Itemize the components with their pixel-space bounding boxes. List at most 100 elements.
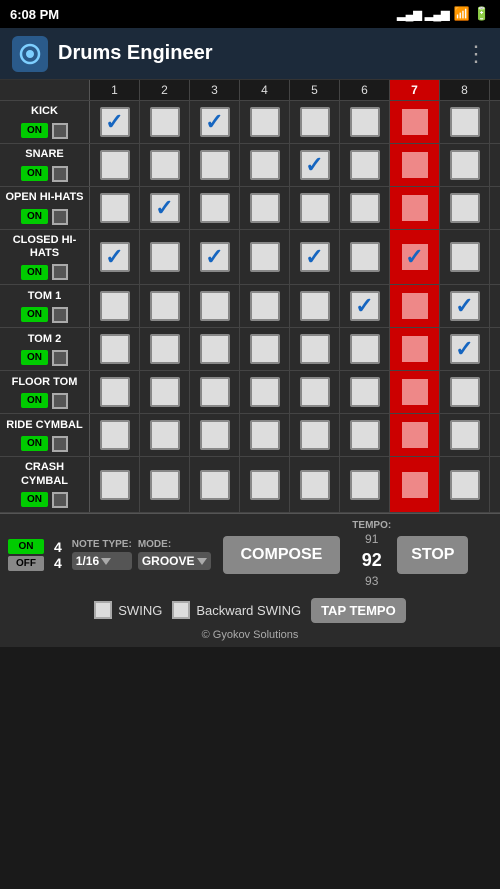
beat-checkbox-0-5[interactable] [350,107,380,137]
beat-checkbox-6-1[interactable] [150,377,180,407]
beat-checkbox-1-5[interactable] [350,150,380,180]
beat-checkbox-5-6[interactable] [400,334,430,364]
beat-checkbox-4-1[interactable] [150,291,180,321]
beat-checkbox-2-5[interactable] [350,193,380,223]
beat-checkbox-4-2[interactable] [200,291,230,321]
drum-small-checkbox-8[interactable] [52,492,68,508]
beat-checkbox-2-1[interactable] [150,193,180,223]
beat-checkbox-7-7[interactable] [450,420,480,450]
beat-checkbox-1-2[interactable] [200,150,230,180]
beat-checkbox-8-1[interactable] [150,470,180,500]
beat-checkbox-4-6[interactable] [400,291,430,321]
beat-checkbox-7-0[interactable] [100,420,130,450]
beat-checkbox-2-4[interactable] [300,193,330,223]
beat-checkbox-7-4[interactable] [300,420,330,450]
beat-checkbox-1-4[interactable] [300,150,330,180]
beat-checkbox-5-0[interactable] [100,334,130,364]
drum-small-checkbox-2[interactable] [52,209,68,225]
beat-checkbox-8-3[interactable] [250,470,280,500]
beat-checkbox-2-2[interactable] [200,193,230,223]
beat-checkbox-2-6[interactable] [400,193,430,223]
beat-checkbox-5-1[interactable] [150,334,180,364]
beat-checkbox-1-6[interactable] [400,150,430,180]
note-type-selector[interactable]: 1/16 [72,552,132,570]
beat-checkbox-6-0[interactable] [100,377,130,407]
beat-checkbox-3-7[interactable] [450,242,480,272]
beat-checkbox-3-5[interactable] [350,242,380,272]
drum-on-btn-0[interactable]: ON [21,123,48,138]
beat-checkbox-5-4[interactable] [300,334,330,364]
backward-swing-checkbox[interactable] [172,601,190,619]
beat-checkbox-8-5[interactable] [350,470,380,500]
beat-checkbox-3-1[interactable] [150,242,180,272]
drum-on-btn-3[interactable]: ON [21,265,48,280]
beat-checkbox-2-0[interactable] [100,193,130,223]
beat-checkbox-3-0[interactable] [100,242,130,272]
beat-checkbox-4-4[interactable] [300,291,330,321]
drum-small-checkbox-3[interactable] [52,264,68,280]
beat-checkbox-6-2[interactable] [200,377,230,407]
beat-checkbox-6-7[interactable] [450,377,480,407]
beat-checkbox-0-2[interactable] [200,107,230,137]
beat-checkbox-1-3[interactable] [250,150,280,180]
stop-button[interactable]: STOP [397,536,468,574]
mode-selector[interactable]: GROOVE [138,552,211,570]
drum-small-checkbox-7[interactable] [52,436,68,452]
beat-checkbox-4-0[interactable] [100,291,130,321]
beat-checkbox-7-2[interactable] [200,420,230,450]
beat-checkbox-4-3[interactable] [250,291,280,321]
drum-small-checkbox-6[interactable] [52,393,68,409]
note-type-dropdown-icon[interactable] [101,558,111,565]
mode-dropdown-icon[interactable] [197,558,207,565]
beat-checkbox-7-6[interactable] [400,420,430,450]
beat-checkbox-8-4[interactable] [300,470,330,500]
beat-checkbox-2-3[interactable] [250,193,280,223]
beat-checkbox-1-0[interactable] [100,150,130,180]
drum-on-btn-6[interactable]: ON [21,393,48,408]
beat-checkbox-1-7[interactable] [450,150,480,180]
drum-on-btn-7[interactable]: ON [21,436,48,451]
beat-checkbox-6-5[interactable] [350,377,380,407]
beat-checkbox-8-2[interactable] [200,470,230,500]
beat-checkbox-8-0[interactable] [100,470,130,500]
drum-small-checkbox-5[interactable] [52,350,68,366]
drum-small-checkbox-0[interactable] [52,123,68,139]
drum-on-btn-2[interactable]: ON [21,209,48,224]
beat-checkbox-0-7[interactable] [450,107,480,137]
drum-on-btn-1[interactable]: ON [21,166,48,181]
tap-tempo-button[interactable]: TAP TEMPO [311,598,406,623]
beat-checkbox-5-3[interactable] [250,334,280,364]
beat-checkbox-4-5[interactable] [350,291,380,321]
beat-checkbox-7-1[interactable] [150,420,180,450]
beat-checkbox-8-6[interactable] [400,470,430,500]
compose-button[interactable]: COMPOSE [223,536,341,574]
beat-checkbox-3-2[interactable] [200,242,230,272]
beat-checkbox-5-7[interactable] [450,334,480,364]
drum-small-checkbox-1[interactable] [52,166,68,182]
off-button[interactable]: OFF [8,556,44,571]
swing-checkbox[interactable] [94,601,112,619]
beat-checkbox-3-3[interactable] [250,242,280,272]
beat-checkbox-0-1[interactable] [150,107,180,137]
beat-checkbox-0-4[interactable] [300,107,330,137]
beat-checkbox-7-3[interactable] [250,420,280,450]
tempo-scroll[interactable]: 91 92 93 [362,531,382,590]
drum-on-btn-5[interactable]: ON [21,350,48,365]
beat-checkbox-2-7[interactable] [450,193,480,223]
drum-on-btn-8[interactable]: ON [21,492,48,507]
beat-checkbox-6-3[interactable] [250,377,280,407]
beat-checkbox-5-2[interactable] [200,334,230,364]
beat-checkbox-3-6[interactable] [400,242,430,272]
drum-on-btn-4[interactable]: ON [21,307,48,322]
beat-checkbox-5-5[interactable] [350,334,380,364]
on-button[interactable]: ON [8,539,44,554]
beat-checkbox-0-0[interactable] [100,107,130,137]
beat-checkbox-4-7[interactable] [450,291,480,321]
beat-checkbox-0-6[interactable] [400,107,430,137]
beat-checkbox-6-6[interactable] [400,377,430,407]
beat-checkbox-1-1[interactable] [150,150,180,180]
beat-checkbox-7-5[interactable] [350,420,380,450]
beat-checkbox-8-7[interactable] [450,470,480,500]
menu-icon[interactable]: ⋮ [465,41,488,67]
beat-checkbox-0-3[interactable] [250,107,280,137]
